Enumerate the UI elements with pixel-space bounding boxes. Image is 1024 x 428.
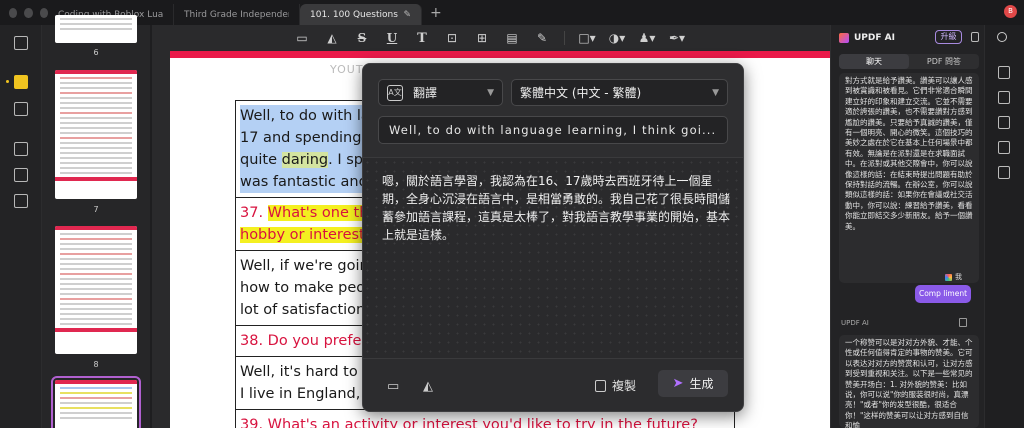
highlighter-icon[interactable]: ◭ (324, 30, 340, 46)
pencil-icon[interactable]: ✎ (534, 30, 550, 46)
copy-button[interactable]: 複製 (595, 377, 636, 394)
comment-icon[interactable]: ▭ (294, 30, 310, 46)
comment-icon[interactable]: ▭ (387, 379, 403, 395)
right-tool-strip (984, 25, 1024, 428)
thumbnail-page-6[interactable] (55, 15, 137, 43)
user-tag: 我 (945, 272, 962, 282)
tab-pdf-qa[interactable]: PDF 問答 (909, 54, 979, 69)
comment-mode-icon[interactable] (14, 75, 28, 89)
sticky-note-icon[interactable]: ▤ (504, 30, 520, 46)
highlighter-icon[interactable]: ◭ (423, 379, 439, 395)
title-bar: Coding with Roblox Lua in... Third Grade… (0, 0, 1024, 25)
underline-button[interactable]: U (384, 30, 400, 46)
translation-result-area: 嗯，關於語言學習，我認為在16、17歲時去西班牙待上一個星期，全身心沉浸在語言中… (363, 158, 743, 358)
user-message-bubble: Comp liment (915, 285, 971, 303)
question-line: 39. What's an activity or interest you'd… (240, 417, 698, 428)
new-tab-button[interactable]: + (430, 5, 442, 21)
ai-sender-label: UPDF AI (841, 319, 869, 327)
active-indicator (6, 80, 9, 83)
user-label: 我 (955, 273, 962, 281)
translate-footer: ▭ ◭ 複製 ➤ 生成 (363, 358, 743, 411)
text-button[interactable]: T (414, 30, 430, 46)
copy-icon (595, 379, 606, 392)
reader-mode-icon[interactable] (14, 36, 28, 50)
source-text-field[interactable]: Well, to do with language learning, I th… (378, 116, 728, 144)
text-callout-icon[interactable]: ⊞ (474, 30, 490, 46)
save-icon[interactable] (998, 166, 1010, 179)
pencil-icon[interactable]: ✎ (403, 10, 411, 20)
user-avatar-icon (945, 273, 952, 281)
mode-dropdown[interactable]: A文 翻譯 ▼ (378, 79, 503, 106)
thumbnail-page-9[interactable] (51, 376, 141, 428)
left-tool-strip (0, 25, 42, 428)
thumbnail-page-7[interactable] (55, 70, 137, 199)
updf-window: Coding with Roblox Lua in... Third Grade… (0, 0, 1024, 428)
color-icon[interactable]: ◑▾ (609, 30, 626, 46)
target-language-label: 繁體中文 (中文 - 繁體) (520, 86, 642, 100)
mode-label: 翻譯 (413, 86, 438, 100)
thumbnail-page-number: 6 (93, 48, 99, 57)
mail-icon[interactable] (998, 141, 1010, 154)
export-icon[interactable] (998, 116, 1010, 129)
toolbar-divider (564, 31, 565, 45)
chevron-down-icon: ▼ (487, 87, 494, 98)
convert-icon[interactable] (14, 168, 28, 182)
ai-panel-title: UPDF AI (854, 33, 895, 43)
avatar[interactable]: B (1004, 5, 1017, 18)
ai-response-card: 對方式就是給予讚美。讚美可以讓人感到被賞識和被看見。它們非常適合瞬間建立好的印象… (839, 73, 979, 283)
ai-response-card: 一个称赞可以是对对方外貌、才能、个性或任何值得肯定的事物的赞美。它可以表达对对方… (839, 335, 979, 428)
copy-label: 複製 (612, 379, 637, 393)
copy-icon[interactable] (959, 318, 967, 327)
ai-panel: UPDF AI 升級 聊天 PDF 問答 對方式就是給予讚美。讚美可以讓人感到被… (830, 25, 984, 428)
upgrade-button[interactable]: 升級 (935, 30, 962, 44)
generate-label: 生成 (689, 377, 714, 391)
lock-icon[interactable] (971, 32, 979, 42)
window-controls (0, 7, 48, 18)
translate-popup: A文 翻譯 ▼ 繁體中文 (中文 - 繁體) ▼ Well, to do wit… (362, 63, 744, 412)
ocr-icon[interactable] (998, 66, 1010, 79)
stamp-icon[interactable] (14, 194, 28, 208)
translate-header: A文 翻譯 ▼ 繁體中文 (中文 - 繁體) ▼ Well, to do wit… (363, 64, 743, 158)
translate-icon: A文 (387, 84, 403, 101)
tab-label: Third Grade Independence... (184, 9, 289, 20)
close-window-button[interactable] (9, 7, 18, 18)
edit-pdf-icon[interactable] (14, 102, 28, 116)
thumbnail-panel: 6 7 8 (42, 15, 193, 428)
thumbnail-page-number: 8 (93, 360, 99, 369)
shape-icon[interactable]: □▾ (578, 30, 595, 46)
chevron-down-icon: ▼ (712, 87, 719, 98)
text-box-icon[interactable]: ⊡ (444, 30, 460, 46)
updf-ai-logo-icon (839, 33, 849, 43)
thumbnail-page-number: 7 (93, 205, 99, 214)
generate-button[interactable]: ➤ 生成 (658, 370, 728, 397)
minimize-window-button[interactable] (24, 7, 33, 18)
convert-icon[interactable] (998, 91, 1010, 104)
stamp-icon[interactable]: ♟▾ (639, 30, 656, 46)
strikethrough-button[interactable]: S (354, 30, 370, 46)
zoom-window-button[interactable] (39, 7, 48, 18)
organize-pages-icon[interactable] (14, 142, 28, 156)
search-icon[interactable] (997, 32, 1007, 42)
tab-label: 101. 100 Questions for Sm... (310, 9, 399, 20)
tab-100-questions[interactable]: 101. 100 Questions for Sm... ✎ (300, 4, 422, 25)
tab-third-grade[interactable]: Third Grade Independence... (174, 4, 300, 25)
ai-panel-tabs: 聊天 PDF 問答 (839, 54, 979, 69)
signature-icon[interactable]: ✒▾ (669, 30, 685, 46)
tab-chat[interactable]: 聊天 (839, 54, 909, 69)
send-icon: ➤ (672, 376, 684, 391)
target-language-dropdown[interactable]: 繁體中文 (中文 - 繁體) ▼ (511, 79, 728, 106)
thumbnail-page-8[interactable] (55, 226, 137, 354)
annotation-toolbar: ▭ ◭ S U T ⊡ ⊞ ▤ ✎ □▾ ◑▾ ♟▾ ✒▾ (152, 25, 830, 51)
translation-result: 嗯，關於語言學習，我認為在16、17歲時去西班牙待上一個星期，全身心沉浸在語言中… (382, 174, 731, 242)
